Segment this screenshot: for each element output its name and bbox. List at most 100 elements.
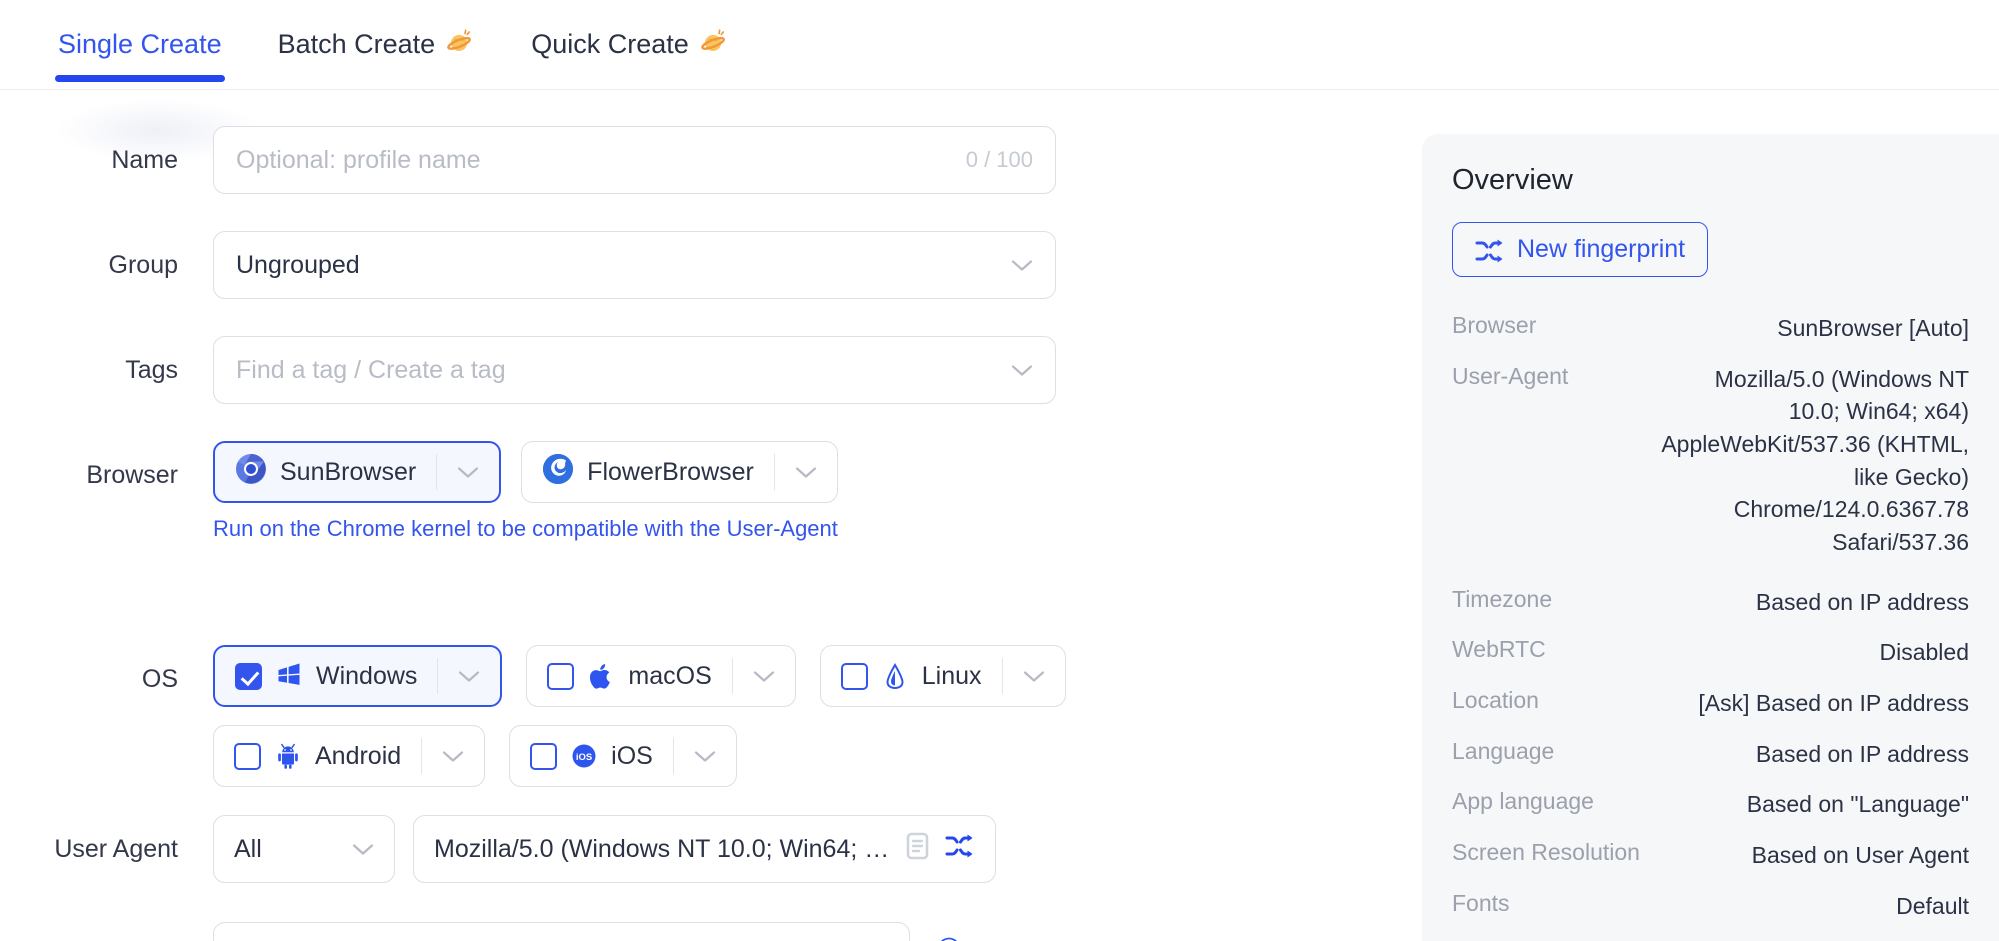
browser-option-flowerbrowser[interactable]: FlowerBrowser — [521, 441, 838, 503]
overview-key: App language — [1452, 788, 1594, 815]
group-label: Group — [108, 251, 178, 279]
user-agent-filter-select[interactable]: All — [213, 815, 395, 883]
overview-value: SunBrowser [Auto] — [1777, 315, 1969, 341]
os-windows-checkbox[interactable] — [235, 662, 262, 690]
chevron-down-icon — [1011, 259, 1033, 272]
apple-icon — [587, 662, 615, 690]
overview-row-language: Language Based on IP address — [1452, 729, 1969, 780]
form-row-user-agent: User Agent All Mozilla/5.0 (Windows NT 1… — [0, 815, 996, 883]
form-row-os: OS Windows macOS Linux Android iOS iOS — [0, 645, 1066, 787]
tab-quick-create[interactable]: Quick Create — [503, 0, 757, 88]
overview-key: User-Agent — [1452, 362, 1569, 389]
os-option-linux[interactable]: Linux — [819, 645, 1066, 707]
os-option-android[interactable]: Android — [213, 725, 486, 787]
overview-panel: Overview New fingerprint Browser SunBrow… — [1422, 134, 1999, 941]
browser-option-sunbrowser[interactable]: SunBrowser — [213, 441, 502, 503]
tab-batch-create[interactable]: Batch Create — [250, 0, 504, 88]
os-option-linux-label: Linux — [921, 661, 982, 690]
browser-sunbrowser-dropdown[interactable] — [437, 443, 499, 501]
overview-value: Based on "Language" — [1746, 791, 1969, 818]
os-linux-checkbox[interactable] — [840, 662, 868, 690]
svg-text:iOS: iOS — [576, 752, 592, 763]
overview-row-user-agent: User-Agent Mozilla/5.0 (Windows NT 10.0;… — [1452, 354, 1969, 577]
os-option-ios-label: iOS — [611, 741, 653, 770]
name-label: Name — [111, 146, 178, 174]
browser-label: Browser — [86, 461, 178, 489]
tab-active-underline — [55, 75, 225, 82]
overview-key: Browser — [1452, 312, 1537, 338]
tab-batch-create-label: Batch Create — [277, 28, 436, 59]
firefox-icon — [542, 453, 574, 492]
cookie-textarea[interactable]: Supports cookies in JSON/Netscape/Name=V… — [213, 922, 910, 941]
overview-row-screen-resolution: Screen Resolution Based on User Agent — [1452, 830, 1969, 881]
tags-placeholder: Find a tag / Create a tag — [236, 355, 506, 384]
overview-key: WebRTC — [1452, 636, 1546, 663]
tab-single-create[interactable]: Single Create — [30, 0, 250, 88]
os-windows-dropdown[interactable] — [438, 647, 500, 705]
overview-value: Mozilla/5.0 (Windows NT 10.0; Win64; x64… — [1661, 365, 1969, 555]
overview-value: Based on User Agent — [1751, 841, 1969, 868]
os-android-dropdown[interactable] — [422, 726, 484, 786]
os-option-ios[interactable]: iOS iOS — [509, 725, 737, 787]
os-option-windows-label: Windows — [316, 661, 418, 690]
linux-icon — [881, 662, 909, 690]
copy-list-icon[interactable] — [904, 831, 931, 868]
group-select-value: Ungrouped — [236, 250, 360, 279]
browser-flowerbrowser-dropdown[interactable] — [775, 442, 837, 502]
user-agent-value: Mozilla/5.0 (Windows NT 10.0; Win64; x6.… — [434, 834, 890, 863]
overview-title: Overview — [1452, 164, 1573, 196]
name-char-counter: 0 / 100 — [965, 147, 1033, 172]
overview-key: Location — [1452, 686, 1539, 713]
create-profile-form: Name Optional: profile name 0 / 100 Grou… — [0, 90, 1420, 941]
android-icon — [274, 742, 302, 770]
browser-option-flowerbrowser-label: FlowerBrowser — [587, 457, 754, 486]
overview-key: Screen Resolution — [1452, 838, 1640, 865]
os-ios-dropdown[interactable] — [674, 726, 736, 786]
overview-key: Fonts — [1452, 889, 1510, 916]
ios-icon: iOS — [570, 742, 598, 770]
overview-row-webrtc: WebRTC Disabled — [1452, 627, 1969, 678]
overview-value: Disabled — [1879, 639, 1970, 666]
user-agent-value-field[interactable]: Mozilla/5.0 (Windows NT 10.0; Win64; x6.… — [413, 815, 996, 883]
os-label: OS — [141, 665, 178, 693]
tab-single-create-label: Single Create — [58, 28, 222, 59]
form-row-tags: Tags Find a tag / Create a tag — [0, 336, 1056, 404]
os-android-checkbox[interactable] — [234, 742, 261, 770]
browser-kernel-hint: Run on the Chrome kernel to be compatibl… — [213, 516, 838, 541]
overview-row-timezone: Timezone Based on IP address — [1452, 577, 1969, 628]
group-select[interactable]: Ungrouped — [213, 231, 1056, 299]
form-row-group: Group Ungrouped — [0, 231, 1056, 299]
os-macos-checkbox[interactable] — [547, 662, 575, 690]
new-fingerprint-button[interactable]: New fingerprint — [1452, 222, 1709, 277]
os-linux-dropdown[interactable] — [1003, 646, 1065, 706]
tab-quick-create-label: Quick Create — [531, 28, 689, 59]
overview-row-location: Location [Ask] Based on IP address — [1452, 678, 1969, 729]
os-option-macos-label: macOS — [628, 661, 712, 690]
add-another-cookie-button[interactable]: Add another cookie — [936, 936, 1189, 941]
overview-value: Based on IP address — [1755, 740, 1969, 767]
os-macos-dropdown[interactable] — [733, 646, 795, 706]
overview-value: [Ask] Based on IP address — [1698, 689, 1969, 716]
os-ios-checkbox[interactable] — [530, 742, 558, 770]
os-option-windows[interactable]: Windows — [213, 645, 503, 707]
ringed-planet-icon — [699, 27, 729, 57]
cookie-label: Cookie — [0, 922, 213, 941]
overview-row-browser: Browser SunBrowser [Auto] — [1452, 303, 1969, 354]
os-option-macos[interactable]: macOS — [526, 645, 796, 707]
form-row-name: Name Optional: profile name 0 / 100 — [0, 126, 1056, 194]
overview-value: Default — [1896, 892, 1969, 919]
shuffle-icon[interactable] — [945, 833, 975, 866]
overview-key: Language — [1452, 737, 1555, 764]
os-option-android-label: Android — [315, 741, 402, 770]
user-agent-filter-value: All — [234, 834, 262, 863]
overview-value: Based on IP address — [1755, 588, 1969, 615]
shuffle-icon — [1475, 238, 1503, 262]
name-input[interactable]: Optional: profile name 0 / 100 — [213, 126, 1056, 194]
plus-circle-icon — [936, 936, 962, 941]
tags-select[interactable]: Find a tag / Create a tag — [213, 336, 1056, 404]
form-row-cookie: Cookie Supports cookies in JSON/Netscape… — [0, 922, 1189, 941]
browser-option-sunbrowser-label: SunBrowser — [280, 457, 417, 486]
overview-row-canvas: Canvas Real — [1452, 931, 1969, 941]
name-input-placeholder: Optional: profile name — [236, 145, 481, 174]
overview-key: Timezone — [1452, 585, 1553, 612]
